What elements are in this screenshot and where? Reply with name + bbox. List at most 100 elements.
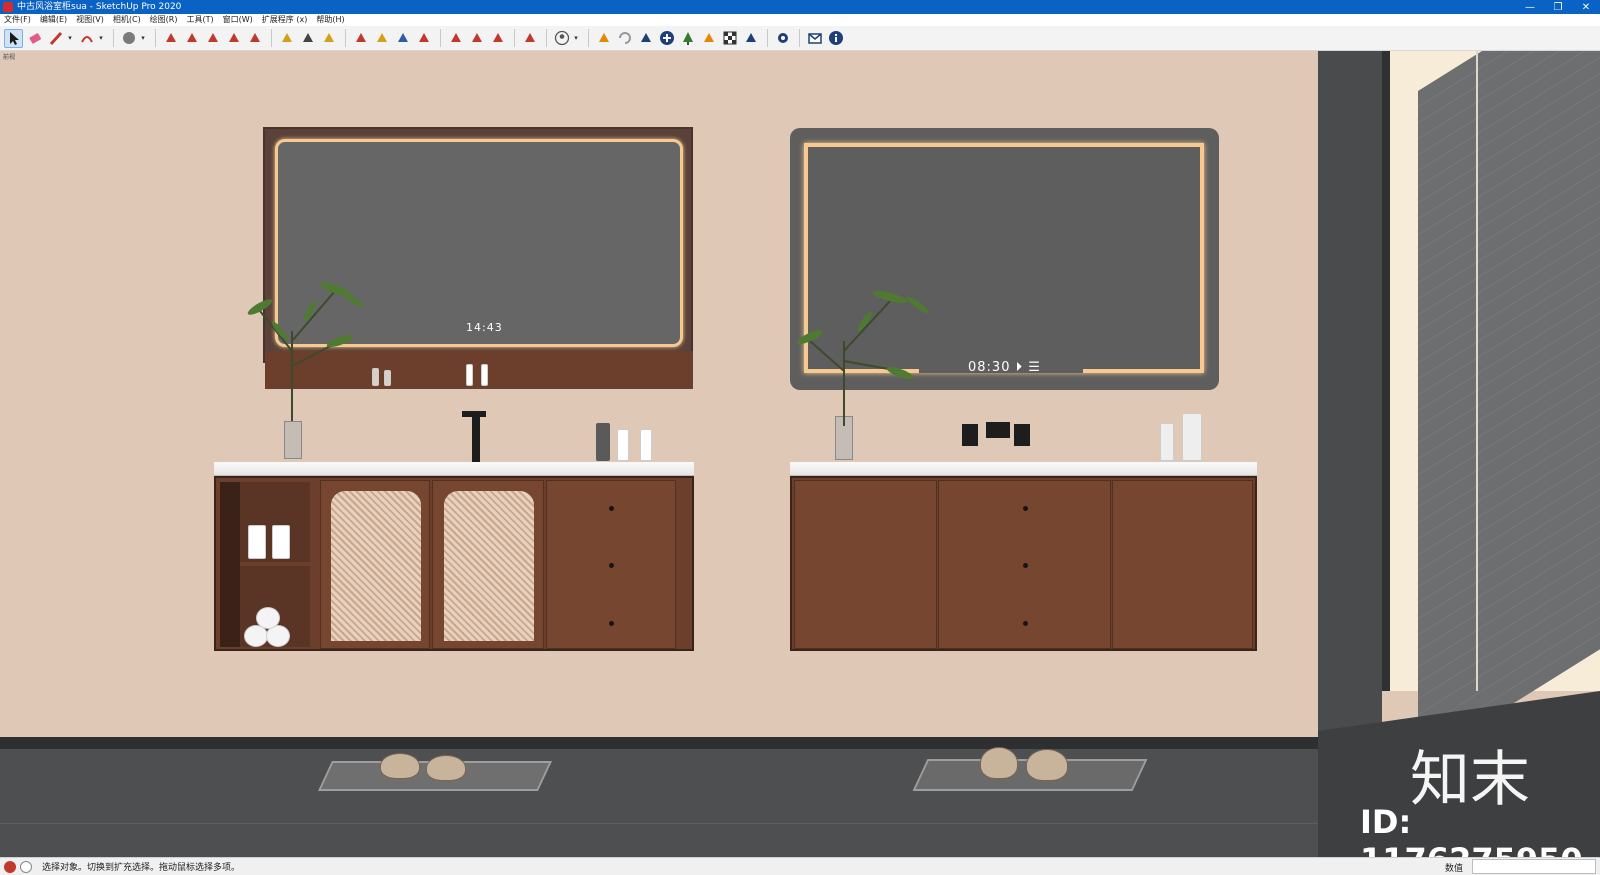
measurements-input[interactable] xyxy=(1472,859,1596,874)
follow-me-tool-button[interactable] xyxy=(182,29,201,48)
drawer-knob xyxy=(1023,621,1028,626)
restore-button[interactable]: ❐ xyxy=(1544,0,1572,14)
follow-me-icon xyxy=(186,33,197,42)
add-tool-button[interactable] xyxy=(657,29,676,48)
ruby-icon xyxy=(524,33,535,42)
toiletry-box xyxy=(640,429,652,461)
layout-icon xyxy=(492,33,503,42)
refresh-tool-button[interactable] xyxy=(615,29,634,48)
status-bar: 选择对象。切换到扩充选择。拖动鼠标选择多项。 数值 xyxy=(0,857,1600,875)
black-faucet xyxy=(462,411,486,417)
menu-tools[interactable]: 工具(T) xyxy=(187,14,214,26)
orbit-tool-button[interactable] xyxy=(351,29,370,48)
plugin-a-tool-button[interactable] xyxy=(594,29,613,48)
drawer-knob xyxy=(609,563,614,568)
tree-tool-button[interactable] xyxy=(678,29,697,48)
text-icon xyxy=(302,33,313,42)
settings-tool-button[interactable] xyxy=(773,29,792,48)
plugin-b-tool-button[interactable] xyxy=(636,29,655,48)
mail-icon xyxy=(807,33,822,44)
menu-camera[interactable]: 相机(C) xyxy=(113,14,141,26)
plugin-c-tool-button[interactable] xyxy=(699,29,718,48)
paint-bucket-tool-button[interactable] xyxy=(319,29,338,48)
pan-icon xyxy=(376,33,387,42)
soap-dispenser xyxy=(596,423,610,461)
slipper xyxy=(980,747,1018,779)
slipper xyxy=(380,753,420,779)
scene-tab-label[interactable]: 前视 xyxy=(3,52,15,61)
warehouse-tool-button[interactable] xyxy=(446,29,465,48)
wall-faucet-spout xyxy=(986,422,1010,438)
toolbar-separator xyxy=(155,29,156,47)
mail-tool-button[interactable] xyxy=(805,29,824,48)
left-vanity-cabinet xyxy=(214,476,694,651)
zoom-extents-tool-button[interactable] xyxy=(414,29,433,48)
checker-tool-button[interactable] xyxy=(720,29,739,48)
lotion-bottle xyxy=(1160,423,1174,461)
minimize-button[interactable]: — xyxy=(1516,0,1544,14)
info-icon[interactable] xyxy=(20,860,32,873)
drawer-stack xyxy=(546,480,676,649)
checker-icon xyxy=(723,31,736,45)
shape-tool-button[interactable] xyxy=(119,29,138,48)
push-pull-icon xyxy=(165,33,176,42)
tape-measure-tool-button[interactable] xyxy=(277,29,296,48)
drawer-knob xyxy=(609,621,614,626)
shape-icon xyxy=(122,32,135,44)
info-tool-button[interactable] xyxy=(826,29,845,48)
geo-location-icon[interactable] xyxy=(4,860,16,873)
extension-warehouse-icon xyxy=(471,33,482,42)
menu-help[interactable]: 帮助(H) xyxy=(316,14,344,26)
move-tool-button[interactable] xyxy=(203,29,222,48)
ruby-tool-button[interactable] xyxy=(520,29,539,48)
rolled-towel xyxy=(256,607,280,629)
right-mirror-clock: 08:30 ⏵ ☰ xyxy=(968,360,1041,375)
scale-tool-button[interactable] xyxy=(245,29,264,48)
pan-tool-button[interactable] xyxy=(372,29,391,48)
add-icon xyxy=(659,31,674,45)
eraser-icon xyxy=(29,33,41,44)
menu-file[interactable]: 文件(F) xyxy=(4,14,31,26)
scale-icon xyxy=(249,33,260,42)
zoom-tool-button[interactable] xyxy=(393,29,412,48)
chevron-down-icon[interactable]: ▾ xyxy=(67,29,73,48)
slipper xyxy=(426,755,466,781)
wall-faucet-handle xyxy=(1014,424,1030,446)
eraser-tool-button[interactable] xyxy=(25,29,44,48)
bamboo-plant xyxy=(247,282,364,421)
model-viewport[interactable]: 前视 14:43 08:30 ⏵ ☰ 知末 ID: xyxy=(0,51,1600,857)
arc-tool-button[interactable] xyxy=(77,29,96,48)
extension-warehouse-tool-button[interactable] xyxy=(467,29,486,48)
toolbar-separator xyxy=(799,29,800,47)
chevron-down-icon[interactable]: ▾ xyxy=(140,29,146,48)
cloud-tool-button[interactable] xyxy=(741,29,760,48)
menu-extensions[interactable]: 扩展程序 (x) xyxy=(262,14,308,26)
account-tool-button[interactable] xyxy=(552,29,571,48)
sketchup-app-window: 中古风浴室柜sua - SketchUp Pro 2020 — ❐ ✕ 文件(F… xyxy=(0,0,1600,875)
drawer-knob xyxy=(609,506,614,511)
menu-view[interactable]: 视图(V) xyxy=(76,14,104,26)
menu-edit[interactable]: 编辑(E) xyxy=(40,14,67,26)
small-bottle xyxy=(481,364,488,386)
toolbar-separator xyxy=(113,29,114,47)
select-tool-button[interactable] xyxy=(4,28,23,48)
rotate-tool-button[interactable] xyxy=(224,29,243,48)
bamboo-plant xyxy=(797,290,930,426)
rattan-panel xyxy=(331,491,421,641)
toolbar-separator xyxy=(271,29,272,47)
menu-window[interactable]: 窗口(W) xyxy=(223,14,253,26)
close-button[interactable]: ✕ xyxy=(1572,0,1600,14)
chevron-down-icon[interactable]: ▾ xyxy=(573,29,579,48)
text-tool-button[interactable] xyxy=(298,29,317,48)
left-marble-countertop xyxy=(214,462,694,476)
cabinet-door xyxy=(1112,480,1253,649)
window-title: 中古风浴室柜sua - SketchUp Pro 2020 xyxy=(17,2,182,12)
measurements-label: 数值 xyxy=(1445,864,1464,874)
line-tool-button[interactable] xyxy=(46,29,65,48)
layout-tool-button[interactable] xyxy=(488,29,507,48)
menu-draw[interactable]: 绘图(R) xyxy=(150,14,178,26)
shelf-bottle xyxy=(272,525,290,559)
chevron-down-icon[interactable]: ▾ xyxy=(98,29,104,48)
push-pull-tool-button[interactable] xyxy=(161,29,180,48)
plugin-c-icon xyxy=(703,33,714,42)
